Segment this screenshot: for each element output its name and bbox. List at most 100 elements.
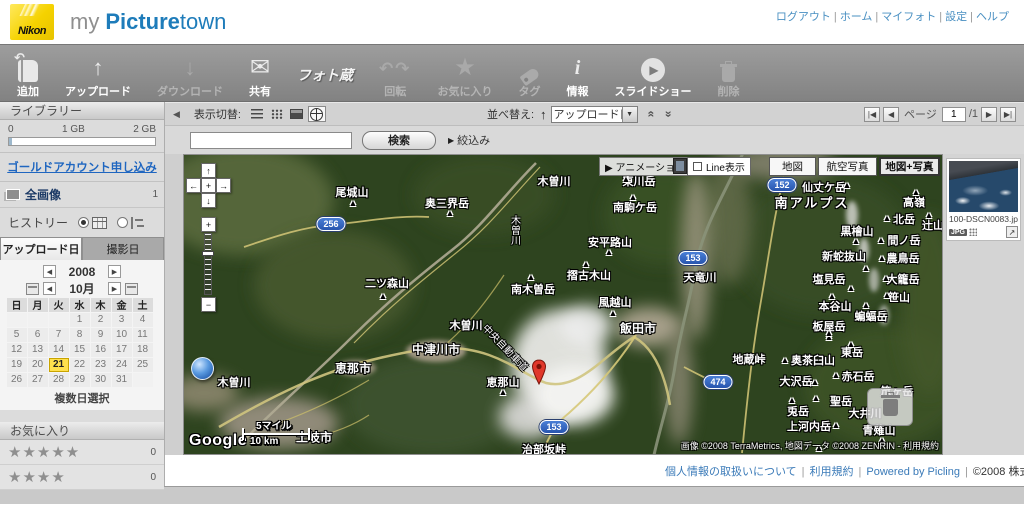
calendar-day[interactable]: 21	[48, 357, 69, 372]
calendar-day[interactable]: 26	[6, 372, 27, 387]
expand-all-button[interactable]: «	[661, 111, 675, 118]
google-logo[interactable]: Google	[189, 432, 247, 450]
multi-day-select[interactable]: 複数日選択	[6, 387, 158, 408]
sidebar-collapse-button[interactable]: ◀	[173, 109, 180, 120]
last-page-button[interactable]: ▶|	[1000, 106, 1016, 122]
next-month-button[interactable]: ▶	[108, 282, 121, 295]
calendar-view-icon[interactable]	[92, 216, 108, 229]
calendar-day[interactable]: 10	[111, 327, 132, 342]
pan-right-button[interactable]: →	[216, 178, 231, 193]
nav-settings[interactable]: 設定	[945, 11, 967, 23]
pan-down-button[interactable]: ↓	[201, 193, 216, 208]
photo-thumbnail-marker[interactable]	[673, 158, 687, 174]
calendar-day[interactable]: 1	[69, 312, 90, 327]
refine-toggle[interactable]: ▶ 絞込み	[448, 132, 490, 148]
toolbar-upload[interactable]: ↑ アップロード	[52, 47, 144, 99]
zoom-in-button[interactable]: +	[201, 217, 216, 232]
pan-left-button[interactable]: ←	[186, 178, 201, 193]
map-pin-icon[interactable]	[531, 359, 547, 386]
next-month-sheet-icon[interactable]	[125, 282, 138, 295]
zoom-slider-handle[interactable]	[202, 251, 214, 256]
calendar-day[interactable]: 2	[90, 312, 111, 327]
calendar-day[interactable]: 29	[69, 372, 90, 387]
map-view-button[interactable]	[307, 106, 326, 122]
prev-month-sheet-icon[interactable]	[26, 282, 39, 295]
calendar-day[interactable]: 5	[6, 327, 27, 342]
calendar-day[interactable]: 11	[132, 327, 153, 342]
toolbar-add[interactable]: 追加	[4, 47, 52, 99]
nav-logout[interactable]: ログアウト	[776, 11, 831, 23]
single-view-button[interactable]	[288, 106, 306, 122]
calendar-day[interactable]: 17	[111, 342, 132, 357]
calendar-day[interactable]: 25	[132, 357, 153, 372]
terms-link[interactable]: 利用規約	[810, 466, 854, 478]
search-input[interactable]	[190, 131, 352, 149]
pan-center-button[interactable]: +	[201, 178, 216, 193]
next-page-button[interactable]: ▶	[981, 106, 997, 122]
nav-myphoto[interactable]: マイフォト	[881, 11, 936, 23]
gold-account-link[interactable]: ゴールドアカウント申し込み	[7, 162, 157, 174]
tab-upload-date[interactable]: アップロード日	[0, 237, 82, 260]
favorite-filter-row[interactable]: ★★★★★ 0	[0, 440, 164, 465]
grid-view-button[interactable]	[268, 106, 286, 122]
tree-view-icon[interactable]	[131, 216, 145, 229]
prev-month-button[interactable]: ◀	[43, 282, 56, 295]
nav-help[interactable]: ヘルプ	[976, 11, 1009, 23]
calendar-day[interactable]: 13	[27, 342, 48, 357]
favorite-filter-row[interactable]: ★★★★ 0	[0, 465, 164, 490]
calendar-day[interactable]: 27	[27, 372, 48, 387]
map-type-satellite-button[interactable]: 航空写真	[818, 157, 877, 176]
calendar-day[interactable]: 24	[111, 357, 132, 372]
calendar-day[interactable]: 14	[48, 342, 69, 357]
map-type-hybrid-button[interactable]: 地図+写真	[879, 157, 940, 176]
calendar-day[interactable]: 18	[132, 342, 153, 357]
calendar-day[interactable]: 22	[69, 357, 90, 372]
toolbar-slideshow[interactable]: ▶ スライドショー	[602, 47, 705, 99]
first-page-button[interactable]: |◀	[864, 106, 881, 122]
map[interactable]: 尾城山 奥三界岳 二ツ森山 東川岳 南駒ケ岳 安平路山 摺古木山 南木曽岳 風越山 恵那山 仙丈ケ岳…	[183, 154, 943, 455]
search-button[interactable]: 検索	[362, 130, 436, 150]
map-type-map-button[interactable]: 地図	[769, 157, 816, 176]
calendar-day[interactable]: 20	[27, 357, 48, 372]
pan-up-button[interactable]: ↑	[201, 163, 216, 178]
calendar-day[interactable]: 23	[90, 357, 111, 372]
calendar-day[interactable]: 16	[90, 342, 111, 357]
history-tree-radio[interactable]	[117, 217, 129, 228]
calendar-day[interactable]: 12	[6, 342, 27, 357]
photo-thumbnail[interactable]: 100-DSCN0083.jpg JPG ↗	[946, 158, 1021, 241]
collapse-all-button[interactable]: «	[644, 111, 658, 118]
calendar-day[interactable]: 3	[111, 312, 132, 327]
sort-select[interactable]: アップロード日 ▼	[550, 105, 638, 123]
photo-location-marker[interactable]	[191, 357, 214, 380]
tab-shoot-date[interactable]: 撮影日	[82, 237, 164, 260]
history-calendar-radio[interactable]	[78, 217, 90, 228]
calendar-day[interactable]: 31	[111, 372, 132, 387]
calendar-day[interactable]: 15	[69, 342, 90, 357]
calendar-day[interactable]: 30	[90, 372, 111, 387]
calendar-day[interactable]: 7	[48, 327, 69, 342]
list-view-button[interactable]	[248, 106, 266, 122]
all-images-item[interactable]: 全画像 1	[0, 182, 164, 208]
powered-by-link[interactable]: Powered by Picling	[866, 466, 960, 478]
calendar-day[interactable]: 4	[132, 312, 153, 327]
nav-home[interactable]: ホーム	[840, 11, 873, 23]
sort-direction-button[interactable]: ↑	[540, 107, 547, 122]
toolbar-share[interactable]: ✉ 共有	[236, 47, 284, 99]
map-trash-dropzone[interactable]	[867, 388, 913, 426]
privacy-link[interactable]: 個人情報の取扱いについて	[665, 466, 797, 478]
next-year-button[interactable]: ▶	[108, 265, 121, 278]
zoom-out-button[interactable]: −	[201, 297, 216, 312]
page-input[interactable]	[941, 106, 966, 122]
prev-page-button[interactable]: ◀	[883, 106, 900, 122]
calendar-day[interactable]: 19	[6, 357, 27, 372]
zoom-slider[interactable]	[202, 233, 214, 295]
calendar-day[interactable]: 6	[27, 327, 48, 342]
map-link-icon[interactable]: ↗	[1006, 226, 1018, 238]
line-display-toggle[interactable]: Line表示	[687, 157, 751, 176]
prev-year-button[interactable]: ◀	[43, 265, 56, 278]
photo-image[interactable]	[949, 161, 1018, 212]
toolbar-info[interactable]: i 情報	[554, 47, 602, 99]
calendar-day[interactable]: 28	[48, 372, 69, 387]
toolbar-photozou[interactable]: フォト蔵	[284, 47, 366, 99]
calendar-day[interactable]: 9	[90, 327, 111, 342]
